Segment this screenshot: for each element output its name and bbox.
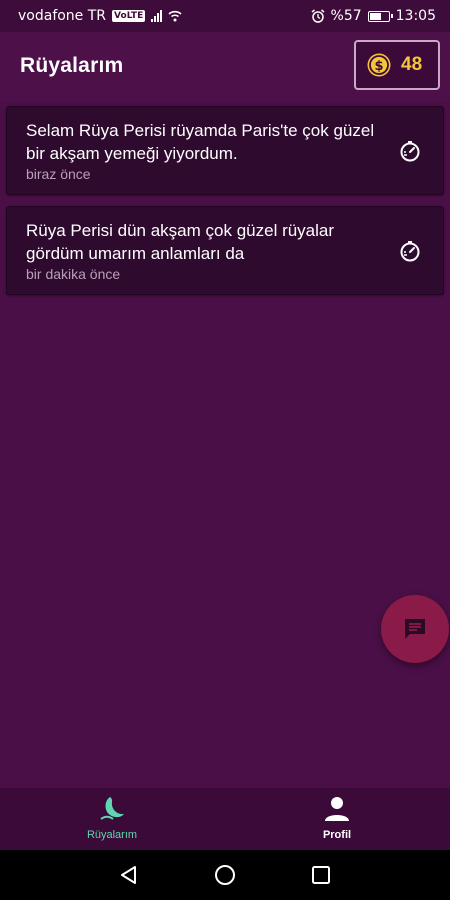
- recents-icon[interactable]: [310, 864, 332, 886]
- carrier-name: vodafone TR: [18, 8, 107, 24]
- dollar-coin-icon: $: [367, 53, 391, 77]
- dream-time: biraz önce: [26, 166, 91, 182]
- nav-label-profile: Profil: [322, 829, 352, 841]
- person-icon: [325, 797, 349, 821]
- timer-icon: [400, 141, 420, 162]
- chat-icon: [405, 619, 425, 639]
- new-dream-button[interactable]: [381, 595, 449, 663]
- coin-balance-button[interactable]: $ 48: [354, 40, 440, 90]
- page-title: Rüyalarım: [20, 54, 124, 77]
- system-nav-bar: [0, 850, 450, 900]
- nav-item-dreams[interactable]: Rüyalarım: [52, 794, 172, 841]
- dream-list: Selam Rüya Perisi rüyamda Paris'te çok g…: [6, 106, 444, 306]
- status-left: vodafone TR VoLTE: [18, 8, 182, 24]
- status-right: %57 13:05: [311, 8, 436, 24]
- alarm-icon: [311, 9, 324, 23]
- dream-card[interactable]: Rüya Perisi dün akşam çok güzel rüyalar …: [6, 206, 444, 295]
- timer-icon: [400, 241, 420, 262]
- back-icon[interactable]: [118, 864, 140, 886]
- wifi-icon: [168, 10, 182, 22]
- nav-label-dreams: Rüyalarım: [86, 829, 138, 841]
- dream-card[interactable]: Selam Rüya Perisi rüyamda Paris'te çok g…: [6, 106, 444, 195]
- bottom-nav: Rüyalarım Profil: [0, 788, 450, 850]
- status-bar: vodafone TR VoLTE %57 13:05: [0, 0, 450, 32]
- nav-item-profile[interactable]: Profil: [277, 794, 397, 841]
- svg-text:$: $: [374, 59, 383, 74]
- dream-text: Selam Rüya Perisi rüyamda Paris'te çok g…: [26, 121, 375, 163]
- dream-text: Rüya Perisi dün akşam çok güzel rüyalar …: [26, 221, 335, 263]
- battery-percent: %57: [330, 8, 362, 24]
- home-icon[interactable]: [214, 864, 236, 886]
- clock: 13:05: [395, 8, 436, 24]
- battery-icon: [367, 10, 393, 22]
- app-header: Rüyalarım $ 48: [0, 32, 450, 102]
- volte-badge: VoLTE: [112, 10, 146, 22]
- coin-count: 48: [401, 54, 423, 75]
- dream-time: bir dakika önce: [26, 266, 121, 282]
- moon-icon: [100, 797, 124, 820]
- signal-icon: [151, 10, 163, 22]
